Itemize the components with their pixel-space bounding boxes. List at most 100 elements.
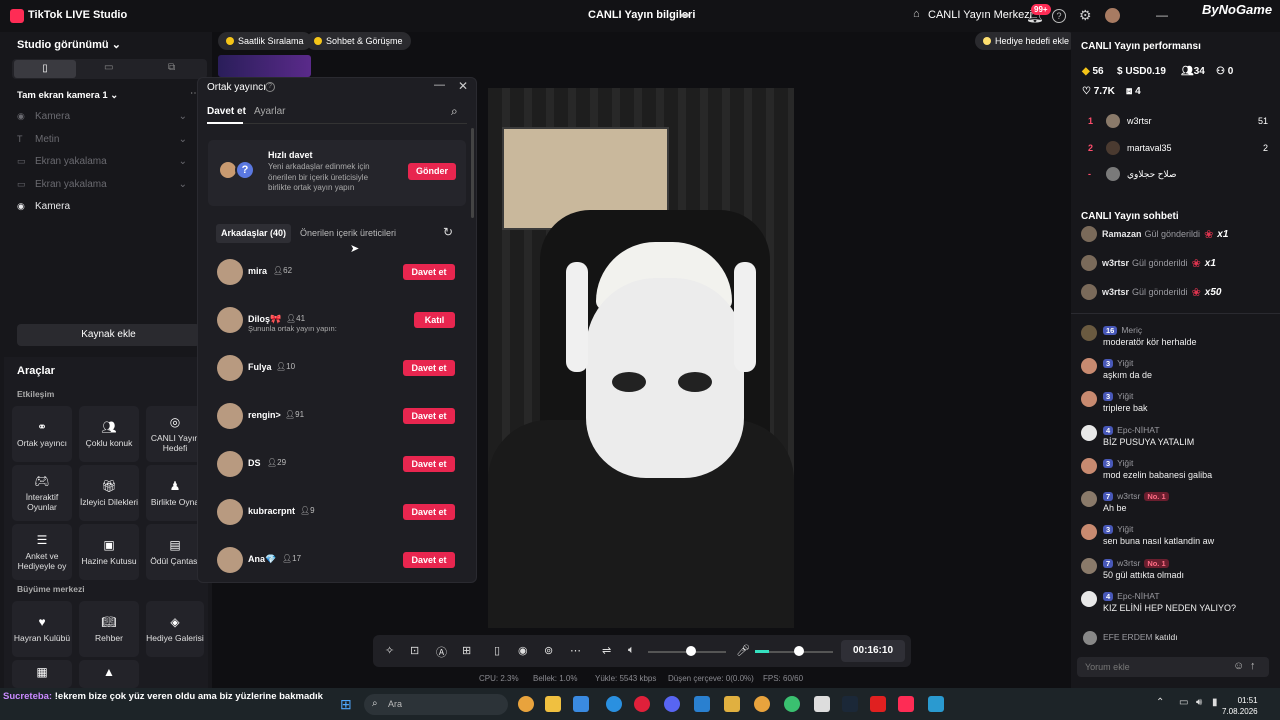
tiktok-studio-icon[interactable] bbox=[898, 696, 914, 712]
emoji-icon[interactable]: ☺ bbox=[1233, 660, 1244, 672]
app-icon[interactable] bbox=[928, 696, 944, 712]
chat-message[interactable]: 3 Yiğit aşkım da de bbox=[1081, 358, 1266, 384]
folder-icon[interactable] bbox=[545, 696, 561, 712]
landscape-layout-button[interactable]: ▭ bbox=[104, 62, 113, 73]
taskbar-clock[interactable]: 01:51 7.08.2026 bbox=[1222, 695, 1258, 717]
mic-volume-knob[interactable] bbox=[794, 646, 804, 656]
speaker-icon[interactable]: 🔈︎ bbox=[628, 644, 635, 657]
edge-icon[interactable] bbox=[606, 696, 622, 712]
source-item[interactable]: ◉ Kamera ⌄ bbox=[17, 107, 187, 125]
send-arrow-icon[interactable]: ↑ bbox=[1250, 660, 1256, 672]
windows-start-icon[interactable]: ⊞ bbox=[340, 696, 352, 713]
viewer-wishes-tool[interactable]: 🎁︎ İzleyici Dilekleri bbox=[79, 465, 139, 521]
chat-message[interactable]: 7 w3rtsr No. 1 50 gül attıkta olmadı bbox=[1081, 558, 1266, 584]
chat-call-pill[interactable]: Sohbet & Görüşme bbox=[306, 32, 411, 50]
invite-button[interactable]: Davet et bbox=[403, 504, 455, 520]
fan-club-tool[interactable]: ♥ Hayran Kulübü bbox=[12, 601, 72, 657]
chat-message[interactable]: 7 w3rtsr No. 1 Ah be bbox=[1081, 491, 1266, 517]
chat-message[interactable]: 16 Meriç moderatör kör herhalde bbox=[1081, 325, 1266, 351]
tab-settings[interactable]: Ayarlar bbox=[254, 106, 286, 117]
steam-icon[interactable] bbox=[842, 696, 858, 712]
poll-tool[interactable]: ☰ Anket ve Hediyeyle oy bbox=[12, 524, 72, 580]
store-icon[interactable] bbox=[573, 696, 589, 712]
chat-message[interactable]: 4 Epc-NİHAT BİZ PUSUYA YATALIM bbox=[1081, 425, 1266, 451]
portrait-layout-button[interactable]: ▯ bbox=[14, 60, 76, 78]
microphone-icon[interactable]: 🎤︎ bbox=[736, 644, 750, 657]
app-icon[interactable] bbox=[814, 696, 830, 712]
send-button[interactable]: Gönder bbox=[408, 163, 456, 180]
volume-icon[interactable]: 🔊︎ bbox=[1196, 697, 1202, 708]
avatar[interactable] bbox=[1105, 8, 1120, 23]
discord-icon[interactable] bbox=[664, 696, 680, 712]
gear-icon[interactable]: ⚙ bbox=[1079, 7, 1092, 24]
gift-gallery-tool[interactable]: ◈ Hediye Galerisi bbox=[146, 601, 204, 657]
chrome-icon[interactable] bbox=[754, 696, 770, 712]
ai-icon[interactable]: Ⓐ bbox=[436, 644, 447, 660]
chat-message[interactable]: 3 Yiğit triplere bak bbox=[1081, 391, 1266, 417]
mail-icon[interactable] bbox=[694, 696, 710, 712]
battery-icon[interactable]: ▮ bbox=[1212, 697, 1218, 708]
overlay-icon[interactable]: ⊞ bbox=[462, 644, 471, 657]
studio-view-dropdown[interactable]: Studio görünümü ⌄ bbox=[17, 38, 121, 51]
source-item[interactable]: T Metin ⌄ bbox=[17, 130, 187, 148]
multi-layout-button[interactable]: ⧉ bbox=[168, 62, 175, 73]
network-icon[interactable]: ▭ bbox=[1179, 697, 1188, 708]
help-icon[interactable]: ? bbox=[1052, 9, 1066, 23]
effects-icon[interactable]: ⊡ bbox=[410, 644, 419, 657]
phone-icon[interactable]: ▯ bbox=[494, 644, 500, 657]
taskbar-search-input[interactable]: Ara bbox=[364, 694, 508, 715]
reward-bag-tool[interactable]: ▤ Ödül Çantası bbox=[146, 524, 204, 580]
invite-button[interactable]: Davet et bbox=[403, 552, 455, 568]
chat-message[interactable]: 4 Epc-NİHAT KIZ ELİNİ HEP NEDEN YALIYO? bbox=[1081, 591, 1266, 617]
modal-scrollbar[interactable] bbox=[471, 128, 474, 218]
guide-tool[interactable]: 📖︎ Rehber bbox=[79, 601, 139, 657]
info-icon[interactable]: ? bbox=[265, 82, 275, 92]
play-together-tool[interactable]: ♟ Birlikte Oyna bbox=[146, 465, 204, 521]
tray-chevron-icon[interactable]: ⌃ bbox=[1156, 697, 1164, 708]
more-icon[interactable]: ⋯ bbox=[570, 644, 581, 657]
source-item[interactable]: ▭ Ekran yakalama ⌄ bbox=[17, 175, 187, 193]
ranking-row[interactable]: - صلاح حجلاوي bbox=[1088, 165, 1268, 183]
live-goal-tool[interactable]: ◎ CANLI Yayın Hedefi bbox=[146, 406, 204, 462]
tab-friends[interactable]: Arkadaşlar (40) bbox=[221, 228, 286, 238]
source-item[interactable]: ▭ Ekran yakalama ⌄ bbox=[17, 152, 187, 170]
chat-message[interactable]: 3 Yiğit mod ezelin babanesi galiba bbox=[1081, 458, 1266, 484]
hourly-ranking-pill[interactable]: Saatlik Sıralama bbox=[218, 32, 312, 50]
youtube-icon[interactable] bbox=[870, 696, 886, 712]
join-button[interactable]: Katıl bbox=[414, 312, 455, 328]
invite-button[interactable]: Davet et bbox=[403, 360, 455, 376]
invite-button[interactable]: Davet et bbox=[403, 264, 455, 280]
close-icon[interactable]: ✕ bbox=[458, 79, 468, 93]
source-item[interactable]: ◉ Kamera bbox=[17, 197, 187, 215]
treasure-box-tool[interactable]: ▣ Hazine Kutusu bbox=[79, 524, 139, 580]
refresh-icon[interactable]: ↻ bbox=[443, 225, 453, 239]
share-icon[interactable]: ➦ bbox=[680, 8, 690, 22]
invite-button[interactable]: Davet et bbox=[403, 408, 455, 424]
tab-suggested[interactable]: Önerilen içerik üreticileri bbox=[300, 228, 396, 238]
co-host-tool[interactable]: ⚭ Ortak yayıncı bbox=[12, 406, 72, 462]
minimize-modal-button[interactable]: — bbox=[434, 79, 445, 91]
multi-guest-tool[interactable]: 👥︎ Çoklu konuk bbox=[79, 406, 139, 462]
speaker-volume-knob[interactable] bbox=[686, 646, 696, 656]
opera-icon[interactable] bbox=[634, 696, 650, 712]
scene-dropdown[interactable]: Tam ekran kamera 1 ⌄ bbox=[17, 90, 118, 101]
record-icon[interactable]: ◉ bbox=[518, 644, 528, 657]
ranking-row[interactable]: 2 martaval35 2 bbox=[1088, 139, 1268, 157]
add-gift-goal-pill[interactable]: Hediye hedefi ekle bbox=[975, 32, 1078, 50]
tool-more[interactable]: ▲ bbox=[79, 660, 139, 688]
mixer-icon[interactable]: ⇌ bbox=[602, 644, 611, 657]
spotify-icon[interactable] bbox=[784, 696, 800, 712]
minimize-icon[interactable]: — bbox=[1156, 8, 1168, 22]
promo-banner[interactable] bbox=[218, 55, 311, 77]
camera-toggle-icon[interactable]: ⊚ bbox=[544, 644, 553, 657]
add-source-button[interactable]: Kaynak ekle bbox=[17, 324, 200, 346]
search-icon[interactable]: ⌕ bbox=[451, 104, 458, 119]
live-center-button[interactable]: CANLI Yayın Merkezi bbox=[928, 9, 1032, 21]
chat-message[interactable]: 3 Yiğit sen buna nasıl katlandin aw bbox=[1081, 524, 1266, 550]
explorer-icon[interactable] bbox=[724, 696, 740, 712]
chrome-icon[interactable] bbox=[518, 696, 534, 712]
ranking-row[interactable]: 1 w3rtsr 51 bbox=[1088, 112, 1268, 130]
invite-button[interactable]: Davet et bbox=[403, 456, 455, 472]
interactive-games-tool[interactable]: 🎮︎ İnteraktif Oyunlar bbox=[12, 465, 72, 521]
tab-invite[interactable]: Davet et bbox=[207, 106, 246, 117]
